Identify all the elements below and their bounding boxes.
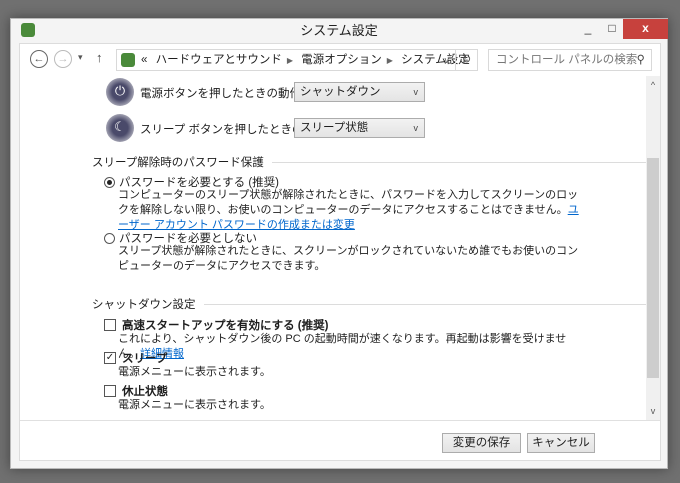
sleep-button-icon: ☾ — [106, 114, 134, 142]
sleep-button-action-select[interactable]: スリープ状態 v — [294, 118, 425, 138]
scroll-up-icon[interactable]: ^ — [646, 80, 660, 90]
power-button-action-select[interactable]: シャットダウン v — [294, 82, 425, 102]
save-changes-button[interactable]: 変更の保存 — [442, 433, 521, 453]
minimize-button[interactable]: _ — [576, 19, 600, 39]
hibernate-description: 電源メニューに表示されます。 — [118, 399, 271, 411]
cancel-button[interactable]: キャンセル — [527, 433, 595, 453]
search-input[interactable]: コントロール パネルの検索 ⚲ — [488, 49, 652, 71]
checkbox-checked-icon: ✓ — [104, 352, 116, 364]
breadcrumb-hardware-sound[interactable]: ハードウェアとサウンド — [156, 54, 282, 66]
sleep-description: 電源メニューに表示されます。 — [118, 366, 271, 378]
checkbox-icon — [104, 319, 116, 331]
chevron-down-icon: v — [413, 123, 419, 133]
forward-arrow-icon[interactable]: → — [54, 50, 72, 68]
scroll-down-icon[interactable]: v — [646, 406, 660, 416]
maximize-button[interactable]: □ — [600, 19, 624, 39]
breadcrumb-separator-icon: ▶ — [386, 56, 393, 65]
password-group-heading: スリープ解除時のパスワード保護 — [92, 154, 646, 170]
sleep-checkbox[interactable]: ✓ スリープ — [104, 350, 167, 366]
search-icon[interactable]: ⚲ — [637, 50, 645, 70]
up-arrow-icon[interactable]: ↑ — [96, 50, 103, 65]
address-dropdown-icon[interactable]: v — [445, 50, 450, 70]
breadcrumb-separator-icon: ▶ — [286, 56, 294, 65]
shutdown-group-heading: シャットダウン設定 — [92, 296, 646, 312]
window-title: システム設定 — [300, 23, 378, 38]
navigation-bar: ← → ▾ ↑ « ハードウェアとサウンド ▶ 電源オプション ▶ システム設定 v… — [20, 44, 660, 76]
refresh-icon[interactable]: ↻ — [455, 50, 477, 70]
client-area: ← → ▾ ↑ « ハードウェアとサウンド ▶ 電源オプション ▶ システム設定 v… — [19, 43, 661, 461]
breadcrumb-power-options[interactable]: 電源オプション — [301, 54, 382, 66]
search-placeholder: コントロール パネルの検索 — [496, 54, 638, 66]
address-bar[interactable]: « ハードウェアとサウンド ▶ 電源オプション ▶ システム設定 v ↻ — [116, 49, 478, 71]
close-button[interactable]: x — [623, 19, 668, 39]
power-button-icon: ⏻ — [106, 78, 134, 106]
scrollbar-thumb[interactable] — [647, 158, 659, 378]
dialog-footer: 変更の保存 キャンセル — [20, 420, 660, 460]
hibernate-checkbox[interactable]: 休止状態 — [104, 383, 168, 399]
control-panel-icon — [121, 53, 135, 67]
system-settings-window: システム設定 _ □ x ← → ▾ ↑ « ハードウェアとサウンド ▶ 電源オプ… — [10, 18, 668, 469]
vertical-scrollbar[interactable]: ^ v — [646, 76, 660, 420]
breadcrumb-overflow[interactable]: « — [141, 54, 147, 66]
fast-startup-checkbox[interactable]: 高速スタートアップを有効にする (推奨) — [104, 317, 328, 333]
radio-unselected-icon — [104, 232, 115, 244]
settings-content: ⏻ 電源ボタンを押したときの動作: シャットダウン v ☾ スリープ ボタンを押し… — [20, 76, 660, 420]
back-arrow-icon[interactable]: ← — [30, 50, 48, 68]
radio-selected-icon — [104, 176, 115, 188]
checkbox-icon — [104, 385, 116, 397]
no-password-description: スリープ状態が解除されたときに、スクリーンがロックされていないため誰でもお使いの… — [118, 245, 579, 272]
recent-locations-icon[interactable]: ▾ — [78, 52, 83, 63]
fast-startup-description: これにより、シャットダウン後の PC の起動時間が速くなります。再起動は影響を受… — [118, 333, 567, 360]
require-password-description: コンピューターのスリープ状態が解除されたときに、パスワードを入力してスクリーンの… — [118, 189, 579, 231]
power-button-label: 電源ボタンを押したときの動作: — [140, 88, 305, 100]
chevron-down-icon: v — [413, 87, 419, 97]
